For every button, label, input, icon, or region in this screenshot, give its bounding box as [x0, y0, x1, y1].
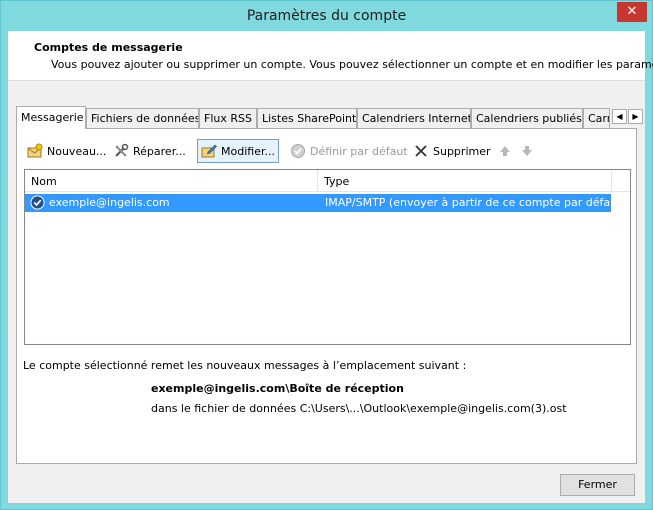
close-button[interactable]: Fermer: [560, 474, 635, 496]
tab-flux-rss[interactable]: Flux RSS: [199, 108, 257, 128]
new-account-label: Nouveau...: [47, 144, 107, 158]
window-close-button[interactable]: ✕: [617, 2, 647, 22]
account-name: exemple@ingelis.com: [49, 196, 170, 209]
toolbar: Nouveau... Réparer... Modifier... Défini…: [24, 139, 624, 163]
delete-button[interactable]: Supprimer: [410, 139, 494, 163]
accounts-list[interactable]: Nom Type exemple@ingelis.com IMAP/SMTP (…: [24, 169, 631, 345]
header-title: Comptes de messagerie: [34, 41, 183, 54]
move-up-button[interactable]: [494, 139, 516, 163]
tab-calendriers-publies[interactable]: Calendriers publiés: [471, 108, 583, 128]
repair-button[interactable]: Réparer...: [110, 139, 189, 163]
modify-button[interactable]: Modifier...: [197, 139, 279, 163]
column-header-nom[interactable]: Nom: [25, 170, 318, 192]
delete-label: Supprimer: [433, 144, 491, 158]
set-default-button[interactable]: Définir par défaut: [287, 139, 411, 163]
dialog-body: Comptes de messagerie Vous pouvez ajoute…: [8, 31, 653, 503]
tab-calendriers-internet[interactable]: Calendriers Internet: [357, 108, 471, 128]
delivery-datafile: dans le fichier de données C:\Users\...\…: [151, 402, 567, 415]
window-title: Paramètres du compte: [246, 8, 407, 24]
dialog-footer: [8, 464, 645, 503]
check-circle-icon: [291, 144, 305, 158]
title-bar[interactable]: Paramètres du compte ✕: [1, 1, 652, 31]
tab-scroll-left-icon[interactable]: ◀: [612, 109, 627, 124]
list-header: Nom Type: [25, 170, 630, 192]
new-account-button[interactable]: Nouveau...: [24, 139, 109, 163]
dialog-window: Paramètres du compte ✕ Comptes de messag…: [0, 0, 653, 510]
tab-fichiers-de-donnees[interactable]: Fichiers de données: [86, 108, 199, 128]
tab-messagerie[interactable]: Messagerie: [16, 106, 86, 129]
header-description: Vous pouvez ajouter ou supprimer un comp…: [51, 58, 653, 71]
account-type: IMAP/SMTP (envoyer à partir de ce compte…: [325, 196, 626, 209]
tools-icon: [115, 143, 129, 157]
set-default-label: Définir par défaut: [310, 144, 408, 158]
default-account-check-icon: [30, 195, 45, 210]
account-row[interactable]: exemple@ingelis.com IMAP/SMTP (envoyer à…: [25, 194, 626, 212]
arrow-down-icon: [522, 146, 532, 156]
tab-listes-sharepoint[interactable]: Listes SharePoint: [257, 108, 357, 128]
move-down-button[interactable]: [516, 139, 538, 163]
edit-account-icon: [201, 144, 217, 158]
repair-label: Réparer...: [133, 144, 186, 158]
modify-label: Modifier...: [221, 144, 275, 158]
delivery-caption: Le compte sélectionné remet les nouveaux…: [23, 359, 467, 372]
tab-scroll-right-icon[interactable]: ▶: [628, 109, 643, 124]
new-mail-icon: [27, 143, 43, 158]
tab-strip: Messagerie Fichiers de données Flux RSS …: [16, 106, 643, 129]
delete-x-icon: [415, 145, 427, 157]
column-header-type[interactable]: Type: [318, 170, 612, 192]
tab-carnets[interactable]: Carnets: [583, 108, 610, 128]
dialog-header: Comptes de messagerie Vous pouvez ajoute…: [8, 31, 653, 81]
delivery-location: exemple@ingelis.com\Boîte de réception: [151, 382, 404, 395]
arrow-up-icon: [500, 146, 510, 156]
